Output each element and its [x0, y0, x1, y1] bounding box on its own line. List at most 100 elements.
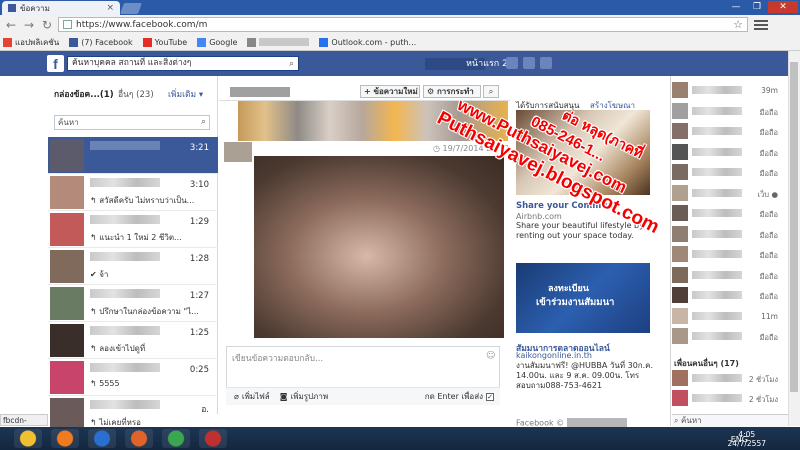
- minimize-button[interactable]: —: [726, 1, 746, 13]
- bookmark-label: (7) Facebook: [81, 37, 133, 47]
- chat-friend-row[interactable]: มือถือ: [672, 205, 784, 222]
- reload-icon[interactable]: ↻: [40, 18, 54, 32]
- close-window-button[interactable]: ✕: [768, 1, 798, 13]
- taskbar-app-icon[interactable]: [51, 429, 79, 448]
- conversation-search-input[interactable]: ค้นหา ⌕: [54, 115, 210, 130]
- system-clock[interactable]: 4:05 24/7/2557: [728, 430, 766, 448]
- sender-avatar[interactable]: [224, 142, 252, 162]
- facebook-logo[interactable]: f: [47, 55, 64, 72]
- bookmark-label: Google: [209, 37, 238, 47]
- taskbar-app-icon[interactable]: [199, 429, 227, 448]
- conversation-item[interactable]: 1:27 ↰ ปรึกษาในกล่องข้อความ "ไ...: [48, 285, 218, 322]
- new-message-button[interactable]: + ข้อความใหม่: [360, 85, 420, 98]
- chat-friend-row[interactable]: มือถือ: [672, 328, 784, 345]
- friend-avatar: [672, 328, 688, 344]
- search-icon[interactable]: ⌕: [201, 116, 206, 129]
- url-text: https://www.facebook.com/m: [76, 19, 208, 30]
- bookmark-star-icon[interactable]: ☆: [733, 18, 743, 31]
- conversation-name-blurred: [90, 289, 160, 298]
- friend-status: 11m: [761, 311, 778, 321]
- seminar-ad-image[interactable]: ลงทะเบียน เข้าร่วมงานสัมมนา: [516, 263, 650, 333]
- facebook-search-input[interactable]: ค้นหาบุคคล สถานที่ และสิ่งต่างๆ ⌕: [67, 56, 299, 71]
- bookmark-item[interactable]: (7) Facebook: [69, 37, 133, 47]
- other-tab[interactable]: อื่นๆ (23): [118, 87, 154, 101]
- emoticon-icon[interactable]: ☺: [486, 351, 495, 361]
- conversation-time: 0:25: [189, 365, 209, 375]
- bookmark-item[interactable]: Outlook.com - puth...: [319, 37, 417, 47]
- notifications-icon[interactable]: [540, 57, 552, 69]
- friend-status: มือถือ: [759, 107, 779, 117]
- conversation-item[interactable]: 0:25 ↰ 5555: [48, 359, 218, 396]
- conversation-preview: ↰ ปรึกษาในกล่องข้อความ "ไ...: [90, 307, 199, 316]
- chrome-menu-icon[interactable]: [754, 19, 768, 31]
- facebook-favicon-icon: [8, 4, 16, 12]
- friend-name-blurred: [692, 311, 742, 320]
- friend-status: มือถือ: [759, 128, 779, 137]
- bookmark-favicon-icon: [319, 37, 329, 47]
- address-bar[interactable]: https://www.facebook.com/m ☆: [58, 17, 748, 32]
- add-photo-button[interactable]: ◙ เพิ่มรูปภาพ: [280, 390, 328, 403]
- chat-friend-row[interactable]: มือถือ: [672, 287, 784, 304]
- message-photo[interactable]: [254, 156, 504, 338]
- chat-friend-row[interactable]: เว็บ ●: [672, 184, 784, 202]
- maximize-button[interactable]: ❐: [747, 1, 767, 13]
- other-friend-row[interactable]: 2 ชั่วโมง: [672, 390, 784, 407]
- conversation-item[interactable]: 1:28 ✔ จ้า: [48, 248, 218, 285]
- taskbar-app-icon[interactable]: [125, 429, 153, 448]
- bookmark-label: Outlook.com - puth...: [331, 37, 417, 47]
- bookmark-item[interactable]: Google: [197, 37, 238, 47]
- tab-title: ข้อความ: [20, 3, 50, 13]
- friend-name-blurred: [692, 291, 742, 299]
- tab-messages[interactable]: ข้อความ ×: [2, 1, 120, 15]
- friend-avatar: [672, 266, 688, 283]
- conversation-item[interactable]: 3:21: [48, 137, 218, 174]
- press-enter-toggle[interactable]: กด Enter เพื่อส่ง ✓: [425, 390, 494, 403]
- press-enter-label: กด Enter เพื่อส่ง: [424, 392, 483, 401]
- friend-requests-icon[interactable]: [506, 57, 518, 69]
- conversation-name-blurred[interactable]: [230, 87, 290, 97]
- bookmark-favicon-icon: [247, 37, 257, 47]
- conversation-avatar: [50, 324, 84, 357]
- friend-name-blurred: [692, 147, 742, 156]
- chat-search-input[interactable]: ⌕ ค้นหา: [672, 414, 788, 427]
- bookmark-item[interactable]: แอปพลิเคชัน: [3, 36, 59, 49]
- add-file-button[interactable]: ⌀ เพิ่มไฟล์: [234, 390, 270, 403]
- tab-close-icon[interactable]: ×: [106, 3, 114, 13]
- conversation-item[interactable]: 3:10 ↰ สวัสดีครับ ไม่ทราบว่าเป็น...: [48, 174, 218, 211]
- chat-friend-row[interactable]: 11m: [672, 307, 784, 325]
- taskbar-app-icon[interactable]: [162, 429, 190, 448]
- chat-friend-row[interactable]: มือถือ: [672, 266, 784, 284]
- conversation-avatar: [50, 287, 84, 320]
- search-icon[interactable]: ⌕: [289, 58, 294, 71]
- other-friend-row[interactable]: 2 ชั่วโมง: [672, 370, 784, 387]
- create-ad-link[interactable]: สร้างโฆษณา: [590, 101, 635, 110]
- add-photo-label: เพิ่มรูปภาพ: [290, 392, 329, 401]
- scrollbar-thumb[interactable]: [790, 62, 798, 392]
- bookmark-item[interactable]: YouTube: [142, 37, 187, 47]
- clock-date: 24/7/2557: [727, 439, 766, 448]
- friend-avatar: [672, 82, 688, 98]
- friend-status: มือถือ: [759, 292, 779, 301]
- chat-friend-row[interactable]: มือถือ: [672, 246, 784, 263]
- conversation-time: 1:27: [189, 291, 209, 301]
- taskbar-app-icon[interactable]: [14, 429, 42, 448]
- chat-friend-row[interactable]: มือถือ: [672, 102, 784, 120]
- press-enter-checkbox[interactable]: ✓: [486, 392, 494, 401]
- chat-friend-row[interactable]: มือถือ: [672, 123, 784, 140]
- conversation-item[interactable]: 1:29 ↰ แนะนำ 1 ใหม่ 2 ชีวิต...: [48, 211, 218, 248]
- chat-friend-row[interactable]: มือถือ: [672, 225, 784, 243]
- chat-friend-row[interactable]: มือถือ: [672, 143, 784, 161]
- chat-friend-row[interactable]: 39m: [672, 82, 784, 99]
- more-dropdown[interactable]: เพิ่มเติม ▾: [168, 87, 203, 101]
- window-controls: — ❐ ✕: [726, 1, 798, 13]
- seminar-ad-image-line2: เข้าร่วมงานสัมมนา: [536, 297, 615, 308]
- messages-icon[interactable]: [523, 57, 535, 69]
- taskbar-app-icon[interactable]: [88, 429, 116, 448]
- forward-arrow-icon[interactable]: →: [22, 18, 36, 32]
- back-arrow-icon[interactable]: ←: [4, 18, 18, 32]
- bookmark-item[interactable]: [247, 37, 310, 47]
- conversation-name-blurred: [90, 215, 160, 224]
- inbox-tab[interactable]: กล่องข้อค...(1): [54, 87, 114, 101]
- bookmark-favicon-icon: [69, 37, 79, 47]
- conversation-item[interactable]: 1:25 ↰ ลองเข้าไปดูที่: [48, 322, 218, 359]
